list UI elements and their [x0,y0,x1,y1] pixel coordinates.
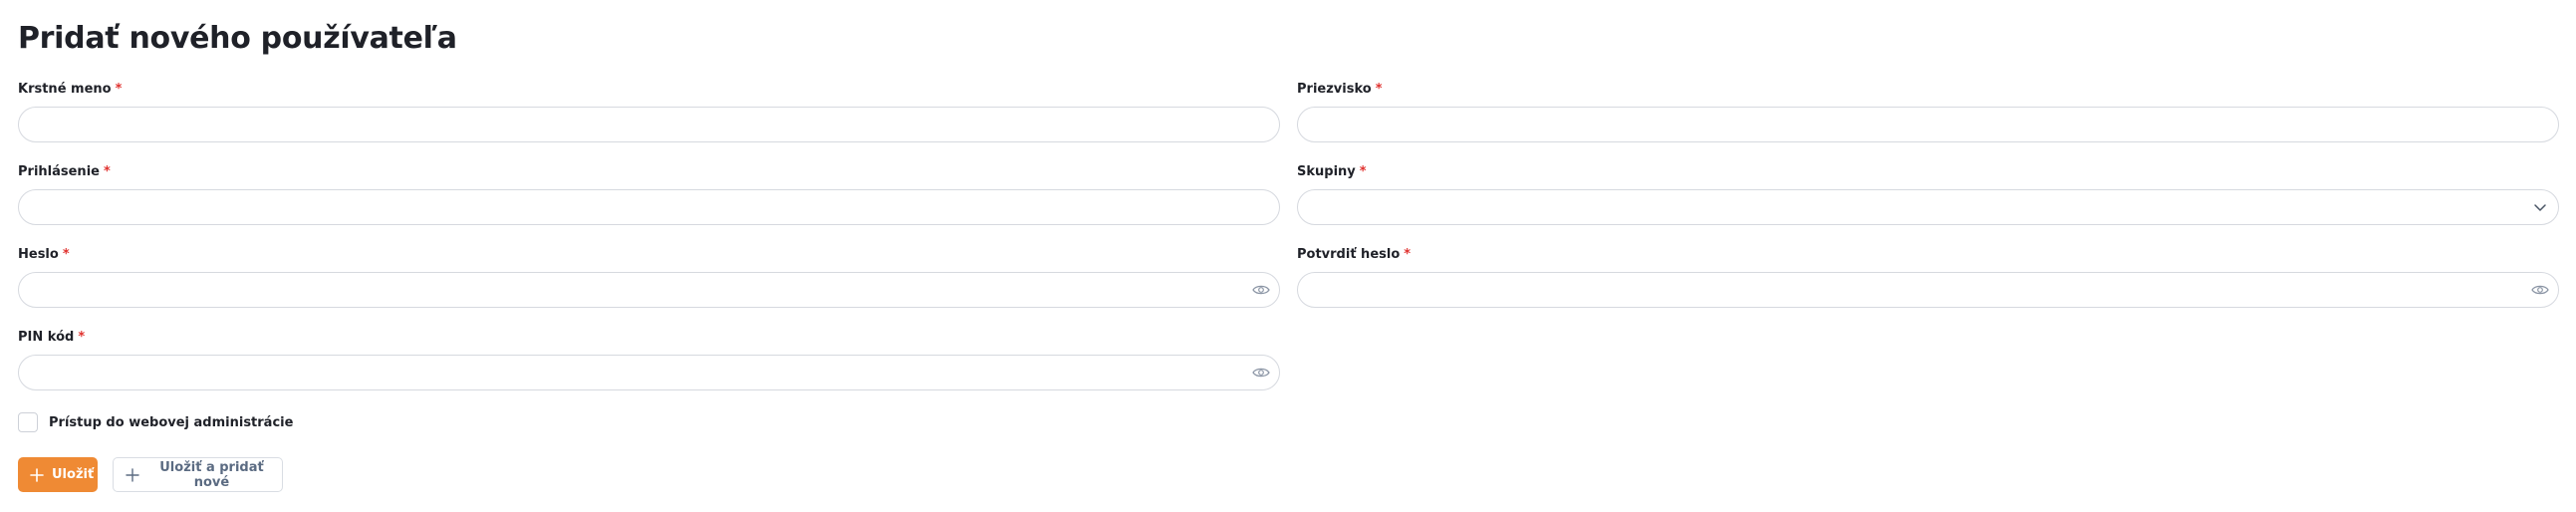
password-field-group: Heslo * [18,245,1280,308]
login-input[interactable] [18,189,1280,225]
login-field-group: Prihlásenie * [18,162,1280,225]
last-name-label: Priezvisko * [1297,80,2559,102]
last-name-field-group: Priezvisko * [1297,80,2559,142]
save-and-add-new-button[interactable]: Uložiť a pridať nové [113,457,283,492]
confirm-password-input[interactable] [1297,272,2559,308]
first-name-label-text: Krstné meno [18,82,112,97]
confirm-password-label: Potvrdiť heslo * [1297,245,2559,267]
pin-label: PIN kód * [18,328,1280,350]
password-input[interactable] [18,272,1280,308]
password-label: Heslo * [18,245,1280,267]
required-marker: * [1404,247,1412,262]
web-admin-access-row: Prístup do webovej administrácie [18,411,293,433]
required-marker: * [62,247,70,262]
login-label: Prihlásenie * [18,162,1280,184]
plus-icon [126,467,139,482]
eye-icon[interactable] [2530,280,2550,300]
required-marker: * [115,82,123,97]
web-admin-access-label[interactable]: Prístup do webovej administrácie [49,415,293,430]
save-and-add-new-label: Uložiť a pridať nové [159,459,264,490]
page-title: Pridať nového používateľa [18,21,457,56]
confirm-password-field-group: Potvrdiť heslo * [1297,245,2559,308]
last-name-input[interactable] [1297,107,2559,142]
required-marker: * [1359,164,1367,179]
last-name-label-text: Priezvisko [1297,82,1372,97]
required-marker: * [1375,82,1383,97]
first-name-label: Krstné meno * [18,80,1280,102]
groups-label-text: Skupiny [1297,164,1356,179]
password-label-text: Heslo [18,247,59,262]
pin-label-text: PIN kód [18,330,75,345]
eye-icon[interactable] [1251,280,1271,300]
pin-field-group: PIN kód * [18,328,1280,390]
pin-input[interactable] [18,355,1280,390]
first-name-field-group: Krstné meno * [18,80,1280,142]
first-name-input[interactable] [18,107,1280,142]
plus-icon [30,467,44,482]
save-button-label: Uložiť [52,467,95,482]
login-label-text: Prihlásenie [18,164,100,179]
required-marker: * [78,330,86,345]
groups-select[interactable] [1297,189,2559,225]
chevron-down-icon[interactable] [2530,197,2550,217]
required-marker: * [103,164,111,179]
groups-field-group: Skupiny * [1297,162,2559,225]
eye-icon[interactable] [1251,363,1271,383]
save-button[interactable]: Uložiť [18,457,98,492]
groups-label: Skupiny * [1297,162,2559,184]
web-admin-access-checkbox[interactable] [18,412,38,432]
confirm-password-label-text: Potvrdiť heslo [1297,247,1401,262]
